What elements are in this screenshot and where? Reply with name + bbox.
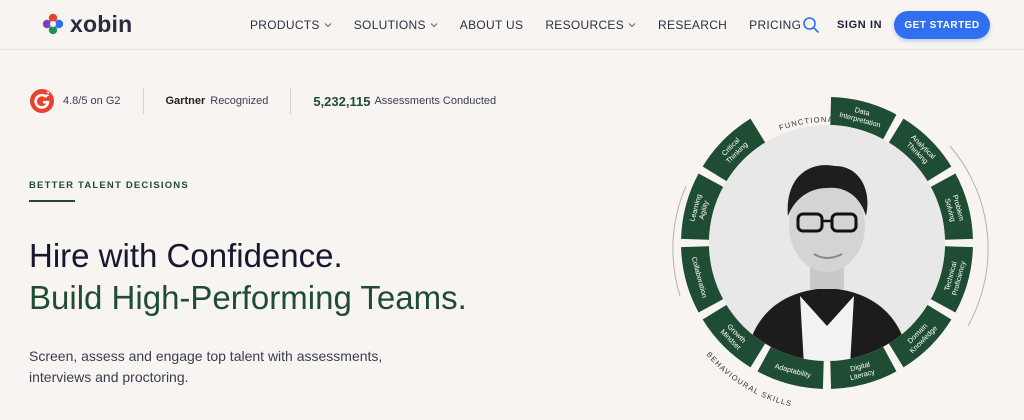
assessments-count: 5,232,115 [313, 93, 371, 109]
skills-wheel: FUNCTIONAL SKILLS BEHAVIOURAL SKILLS Dat… [672, 97, 989, 408]
menu-about-us-label: ABOUT US [459, 18, 524, 32]
hero-headline-primary: Hire with Confidence. [29, 237, 343, 274]
assessments-label: Assessments Conducted [374, 95, 497, 107]
menu-resources-label: RESOURCES [545, 18, 625, 32]
xobin-logo[interactable]: xobin [42, 11, 132, 37]
menu-resources[interactable]: RESOURCES [545, 18, 636, 32]
g2-rating: 4.8/5 on G2 [63, 95, 121, 107]
logo-text: xobin [70, 11, 133, 37]
g2-logo-icon: 2 [30, 89, 54, 113]
divider [142, 88, 144, 114]
chevron-down-icon [628, 23, 636, 28]
xobin-logo-icon [42, 13, 64, 35]
main-menu: PRODUCTS SOLUTIONS ABOUT US RESOURCES RE… [250, 0, 823, 50]
chevron-down-icon [430, 23, 438, 28]
hero-headline-secondary: Build High-Performing Teams. [29, 279, 467, 316]
chevron-down-icon [324, 23, 332, 28]
menu-research-label: RESEARCH [658, 18, 728, 32]
menu-research[interactable]: RESEARCH [658, 18, 727, 32]
get-started-button[interactable]: GET STARTED [894, 11, 990, 39]
hero-eyebrow: BETTER TALENT DECISIONS [29, 180, 189, 191]
outer-arc-left [672, 185, 687, 297]
top-nav: xobin PRODUCTS SOLUTIONS ABOUT US RESOUR… [0, 0, 1024, 50]
eyebrow-underline [29, 200, 75, 202]
gartner-brand: Gartner [165, 95, 206, 107]
menu-about-us[interactable]: ABOUT US [460, 18, 524, 32]
menu-pricing-label: PRICING [749, 18, 802, 32]
menu-products-label: PRODUCTS [250, 18, 320, 32]
menu-solutions-label: SOLUTIONS [353, 18, 426, 32]
trust-bar: 2 4.8/5 on G2 Gartner Recognized 5,232,1… [29, 86, 496, 116]
menu-pricing[interactable]: PRICING [749, 18, 801, 32]
search-icon[interactable] [802, 16, 820, 34]
gartner-recognized: Recognized [210, 95, 269, 107]
menu-solutions[interactable]: SOLUTIONS [354, 18, 438, 32]
sign-in-link[interactable]: SIGN IN [837, 19, 882, 31]
hero-subtext: Screen, assess and engage top talent wit… [29, 348, 383, 385]
divider [290, 88, 292, 114]
menu-products[interactable]: PRODUCTS [250, 18, 332, 32]
